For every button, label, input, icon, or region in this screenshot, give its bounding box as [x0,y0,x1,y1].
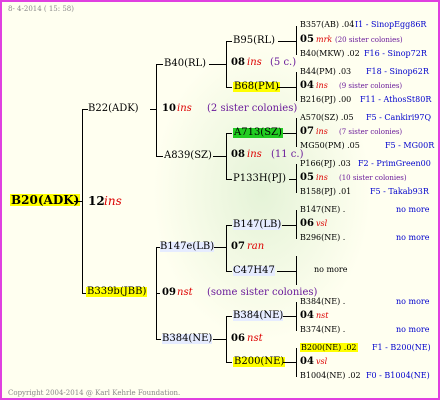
fm-row-year: 08 [231,149,245,160]
g4-r11-race: ins [316,173,328,182]
copyright: Copyright 2004-2014 @ Karl Kehrle Founda… [8,389,181,397]
g4-r17-extra: no more [396,297,430,306]
mff-year: 07 [231,241,245,252]
mff-queen[interactable]: B147(LB) [233,220,282,230]
g4-r12-extra: F5 - Takab93R [370,187,429,196]
g4-r20[interactable]: B200(NE) .02 [300,343,358,352]
g4-r3[interactable]: B40(MKW) .02 [300,50,360,58]
mmf-year: 06 [231,333,245,344]
fff-note: (5 c.) [270,57,297,68]
g4-r15[interactable]: B296(NE) . [300,234,345,242]
g4-r6-extra: F11 - AthosSt80R [360,95,432,104]
g4-r4[interactable]: B44(PM) .03 [300,68,351,76]
ffm-queen[interactable]: B68(PM) [233,82,280,92]
g4-r21-year: 04 [300,356,314,367]
g4-r19-extra: no more [396,325,430,334]
g4-r19[interactable]: B374(NE) . [300,326,345,334]
g4-r2-race: mrk [316,35,333,44]
fff-queen[interactable]: B95(RL) [233,36,275,46]
g4-r8-note: (7 sister colonies) [339,128,403,136]
fm-row-race: ins [247,149,262,160]
root-queen[interactable]: B20(ADK) [10,194,81,206]
mmm-queen[interactable]: B200(NE) [233,357,286,367]
fmf-queen[interactable]: A713(SZ) [233,128,283,138]
father-queen[interactable]: B22(ADK) [88,104,139,114]
root-race: ins [104,194,122,208]
g4-r21-race: vsl [316,357,328,366]
g4-r18-race: nst [316,311,329,320]
g4-r9[interactable]: MG50(PM) .05 [300,142,360,150]
mother-queen[interactable]: B339b(JBB) [86,287,148,297]
mm-queen[interactable]: B384(NE) [162,334,213,344]
g4-r20-extra: F1 - B200(NE) [372,343,431,352]
g4-r13[interactable]: B147(NE) . [300,206,345,214]
g4-r14-race: vsl [316,219,328,228]
father-note: (2 sister colonies) [207,103,298,114]
g4-r10-extra: F2 - PrimGreen00 [358,159,431,168]
g4-r5-year: 04 [300,80,314,91]
fm-row-note: (11 c.) [271,149,304,160]
mff-race: ran [247,241,265,252]
g4-r2-note: (20 sister colonies) [335,36,403,44]
g4-r3-extra: F16 - Sinop72R [364,49,427,58]
mfm-queen[interactable]: C47H47 [233,266,275,276]
mmf-queen[interactable]: B384(NE) [233,311,284,321]
g4-r9-extra: F5 - MG00R [385,141,435,150]
fmm-queen[interactable]: P133H(PJ) [233,174,286,184]
mmf-race: nst [247,333,263,344]
g4-r1[interactable]: B357(AB) .04 [300,21,354,29]
g4-r22[interactable]: B1004(NE) .02 [300,372,361,380]
g4-r13-extra: no more [396,205,430,214]
g4-r6[interactable]: B216(PJ) .00 [300,96,351,104]
father-year: 10 [162,103,176,114]
mother-year: 09 [162,287,176,298]
g4-r11-year: 05 [300,172,314,183]
g4-r7[interactable]: A570(SZ) .05 [300,114,354,122]
g4-r16: no more [314,265,348,274]
g4-r12[interactable]: B158(PJ) .01 [300,188,351,196]
g4-r15-extra: no more [396,233,430,242]
mother-race: nst [177,287,193,298]
g4-r8-year: 07 [300,126,314,137]
g4-r4-extra: F18 - Sinop62R [366,67,429,76]
g4-r11-note: (10 sister colonies) [339,174,407,182]
g4-r5-race: ins [316,81,328,90]
g4-r14-year: 06 [300,218,314,229]
fff-year: 08 [231,57,245,68]
g4-r8-race: ins [316,127,328,136]
g4-r2-year: 05 [300,34,314,45]
g4-r5-note: (9 sister colonies) [339,82,403,90]
g4-r1-extra: I1 - SinopEgg86R [355,20,427,29]
fm-queen[interactable]: A839(SZ) [164,151,212,161]
g4-r7-extra: F5 - Cankiri97Q [366,113,431,122]
fff-race: ins [247,57,262,68]
mf-queen[interactable]: B147e(LB) [160,242,215,252]
pedigree-frame: 8- 4-2014 ( 15: 58) Copyright 2004-2014 … [0,0,440,400]
date-stamp: 8- 4-2014 ( 15: 58) [8,5,74,13]
father-race: ins [177,103,192,114]
g4-r22-extra: F0 - B1004(NE) [366,371,430,380]
g4-r18-year: 04 [300,310,314,321]
g4-r17[interactable]: B384(NE) . [300,298,345,306]
ff-queen[interactable]: B40(RL) [164,59,206,69]
root-year: 12 [88,194,105,208]
g4-r10[interactable]: P166(PJ) .03 [300,160,351,168]
